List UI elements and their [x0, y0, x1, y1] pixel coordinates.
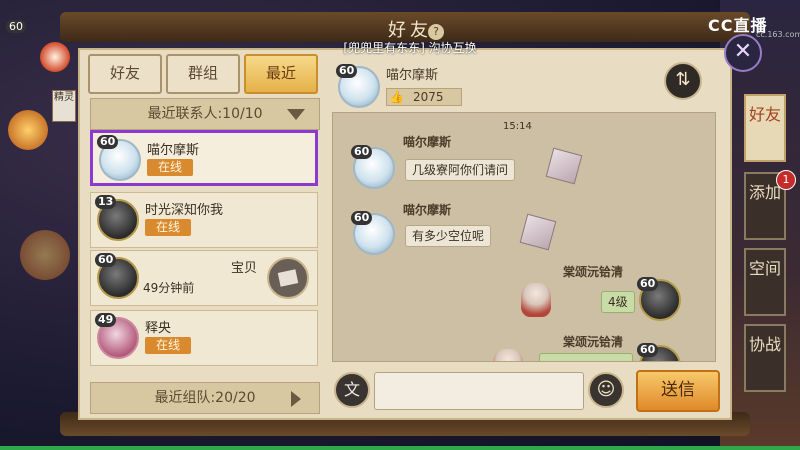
level-badge: 60: [97, 135, 119, 149]
top-left-level: 60: [6, 20, 26, 33]
list-item[interactable]: 13 时光深知你我 在线: [90, 192, 318, 248]
recent-teams-label: 最近组队:20/20: [154, 390, 256, 406]
sticker-icon: [545, 147, 583, 185]
level-badge: 60: [351, 145, 373, 159]
lantern-decoration: [20, 230, 70, 280]
side-tab-label: 空间: [748, 259, 781, 278]
level-badge: 60: [351, 211, 373, 225]
side-tab-label: 添加: [748, 183, 781, 202]
message-sender: 喵尔摩斯: [403, 203, 452, 217]
list-item[interactable]: 60 宝贝 49分钟前: [90, 250, 318, 306]
panel-subtitle: [兜兜里有东东] 沟协互换: [343, 41, 477, 55]
message-avatar[interactable]: 60: [351, 211, 395, 255]
close-button[interactable]: ✕: [724, 34, 762, 72]
message-bubble: 几级寮阿你们请问: [405, 159, 516, 181]
swap-button[interactable]: ⇅: [664, 62, 702, 100]
recent-contacts-label: 最近联系人:10/10: [147, 106, 263, 122]
status-badge: 在线: [147, 159, 193, 176]
voice-text-label: 文: [343, 380, 360, 399]
lantern-decoration: [8, 110, 48, 150]
likes-box[interactable]: 👍 2075: [386, 88, 462, 106]
message-bubble: [539, 353, 633, 361]
message-avatar[interactable]: 60: [351, 145, 395, 189]
message-input[interactable]: [374, 372, 584, 410]
level-badge: 60: [336, 64, 358, 78]
friend-name: 释央: [145, 321, 172, 336]
message-time: 15:14: [503, 121, 532, 132]
sticker-icon: [519, 213, 557, 251]
status-badge: 在线: [145, 337, 191, 354]
message-sender: 棠颂沅铪清: [563, 265, 624, 279]
character-sprite: [493, 349, 523, 361]
bottom-status-bar: [0, 446, 800, 450]
side-tab-space[interactable]: 空间: [744, 248, 786, 316]
send-button[interactable]: 送信: [636, 370, 720, 412]
last-seen: 49分钟前: [143, 281, 195, 295]
level-badge: 60: [637, 277, 659, 291]
emoji-button[interactable]: ☺: [588, 372, 624, 408]
level-badge: 13: [95, 195, 117, 209]
status-badge: 在线: [145, 219, 191, 236]
chevron-right-icon: [291, 391, 301, 407]
message-bubble: 有多少空位呢: [405, 225, 492, 247]
recent-contacts-header[interactable]: 最近联系人:10/10: [90, 98, 320, 130]
voice-input-button[interactable]: 文: [334, 372, 370, 408]
friend-list: 60 喵尔摩斯 在线 13 时光深知你我 在线 60 宝贝 49分钟前 49 释…: [90, 130, 318, 382]
friend-name: 喵尔摩斯: [147, 143, 200, 158]
chat-area[interactable]: 15:14 60 喵尔摩斯 几级寮阿你们请问 60 喵尔摩斯 有多少空位呢 棠颂…: [332, 112, 716, 362]
help-icon[interactable]: ?: [428, 24, 444, 40]
message-avatar[interactable]: 60: [637, 277, 681, 321]
character-orb-icon[interactable]: [40, 42, 70, 72]
side-tab-friends[interactable]: 好友: [744, 94, 786, 162]
level-badge: 49: [95, 313, 117, 327]
message-sender: 棠颂沅铪清: [563, 335, 624, 349]
side-tab-coop[interactable]: 协战: [744, 324, 786, 392]
message-bubble: 4级: [601, 291, 635, 313]
message-avatar[interactable]: 60: [637, 343, 681, 361]
side-tab-label: 好友: [748, 105, 781, 124]
tab-groups[interactable]: 群组: [166, 54, 240, 94]
level-badge: 60: [95, 253, 117, 267]
side-tab-label: 协战: [748, 335, 781, 354]
chevron-down-icon: [287, 109, 305, 120]
friend-name: 宝贝: [231, 261, 258, 276]
message-sender: 喵尔摩斯: [403, 135, 452, 149]
tab-friends[interactable]: 好友: [88, 54, 162, 94]
tab-bar: 好友 群组 最近: [88, 54, 318, 94]
top-left-badge[interactable]: 精灵: [52, 90, 76, 122]
friend-name: 时光深知你我: [145, 203, 224, 218]
tab-recent[interactable]: 最近: [244, 54, 318, 94]
recent-teams-header[interactable]: 最近组队:20/20: [90, 382, 320, 414]
profile-name: 喵尔摩斯: [386, 68, 439, 83]
level-badge: 60: [637, 343, 659, 357]
list-item[interactable]: 49 释央 在线: [90, 310, 318, 366]
watermark-url: cc.163.com: [756, 30, 800, 39]
notification-badge: 1: [776, 170, 796, 190]
list-item[interactable]: 60 喵尔摩斯 在线: [90, 130, 318, 186]
character-sprite: [521, 283, 551, 317]
thumbs-up-icon: 👍: [389, 90, 404, 104]
gift-icon[interactable]: [267, 257, 309, 299]
likes-count: 2075: [413, 90, 444, 104]
